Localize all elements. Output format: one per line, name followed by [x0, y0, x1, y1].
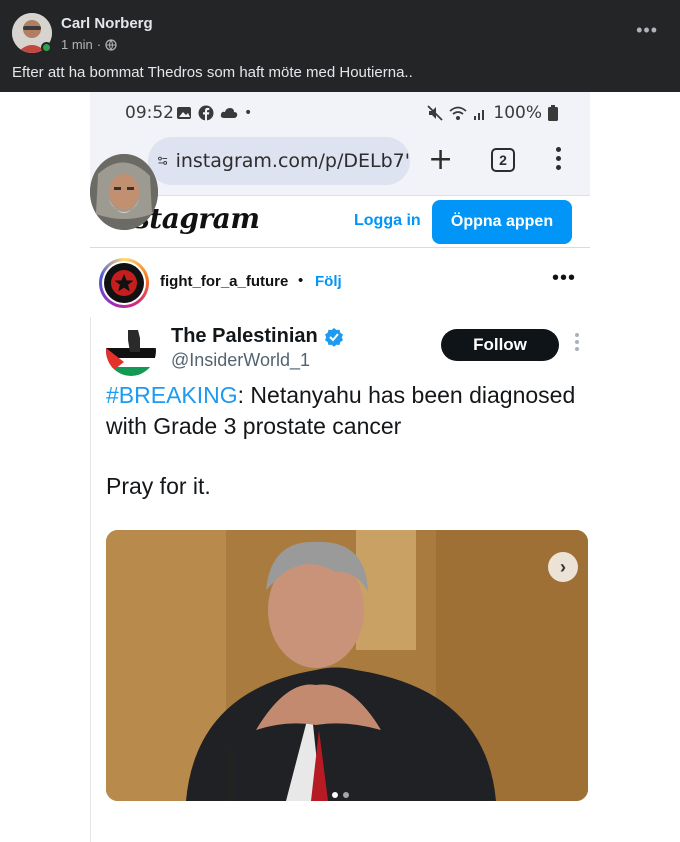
facebook-post-header: Carl Norberg 1 min · ••• Efter att ha bo…	[0, 0, 680, 92]
wifi-icon	[449, 106, 467, 120]
post-photo[interactable]: ›	[106, 530, 588, 801]
online-status-dot	[41, 42, 52, 53]
verified-badge-icon	[324, 327, 343, 347]
post-more-button[interactable]: •••	[552, 267, 576, 290]
site-settings-icon[interactable]	[158, 152, 168, 170]
instagram-header: stagram Logga in Öppna appen	[90, 196, 590, 248]
more-options-button[interactable]: •••	[636, 20, 658, 41]
carousel-next-button[interactable]: ›	[548, 552, 578, 582]
post-time: 1 min	[61, 37, 93, 52]
status-system-icons: 100%	[427, 103, 558, 123]
status-time: 09:52	[125, 103, 174, 123]
tweet-follow-button[interactable]: Follow	[441, 329, 559, 361]
cloud-icon	[220, 108, 238, 118]
account-avatar-ring[interactable]	[99, 258, 149, 308]
gallery-icon	[177, 107, 191, 119]
battery-percent: 100%	[493, 103, 542, 123]
open-app-button[interactable]: Öppna appen	[432, 200, 572, 244]
status-notification-icons: •	[176, 105, 252, 121]
author-name[interactable]: Carl Norberg	[61, 15, 153, 32]
url-text[interactable]: instagram.com/p/DELb7'	[176, 150, 410, 172]
post-text: Efter att ha bommat Thedros som haft möt…	[12, 64, 413, 81]
red-star-icon	[111, 270, 137, 296]
login-link[interactable]: Logga in	[354, 212, 421, 230]
carousel-indicator	[332, 792, 349, 798]
tweet-card: The Palestinian @InsiderWorld_1 Follow #…	[90, 317, 590, 842]
address-bar[interactable]: instagram.com/p/DELb7'	[148, 137, 410, 185]
mute-icon	[427, 105, 444, 121]
globe-icon	[105, 38, 117, 51]
post-timestamp[interactable]: 1 min ·	[61, 37, 117, 52]
status-dot: •	[244, 105, 253, 121]
breaking-hashtag[interactable]: #BREAKING	[106, 382, 238, 408]
time-separator: ·	[96, 37, 102, 52]
post-separator: •	[298, 272, 304, 289]
tweet-body: #BREAKING: Netanyahu has been diagnosed …	[106, 380, 576, 442]
tweet-body-line2: Pray for it.	[106, 473, 211, 499]
tweet-more-icon[interactable]	[575, 333, 579, 351]
chat-head-avatar[interactable]	[90, 154, 158, 230]
phone-screenshot: 09:52 • 100% instagram.com/p/DELb7' + 2 …	[90, 92, 590, 842]
browser-toolbar: instagram.com/p/DELb7' + 2	[90, 134, 590, 196]
facebook-icon	[198, 105, 214, 121]
signal-icon	[474, 110, 485, 120]
browser-menu-icon[interactable]	[556, 147, 561, 170]
tweet-name-text: The Palestinian	[171, 325, 318, 347]
battery-icon	[548, 105, 558, 121]
instagram-post-header: fight_for_a_future • Följ •••	[90, 249, 590, 317]
post-username[interactable]: fight_for_a_future	[160, 273, 288, 290]
tweet-display-name[interactable]: The Palestinian	[171, 325, 344, 348]
tweet-handle[interactable]: @InsiderWorld_1	[171, 350, 310, 371]
man-portrait-image	[106, 530, 588, 801]
follow-link[interactable]: Följ	[315, 273, 342, 290]
new-tab-button[interactable]: +	[428, 142, 453, 177]
tweet-avatar[interactable]	[106, 326, 156, 376]
tab-switcher-button[interactable]: 2	[491, 148, 515, 172]
status-bar: 09:52 • 100%	[90, 92, 590, 134]
